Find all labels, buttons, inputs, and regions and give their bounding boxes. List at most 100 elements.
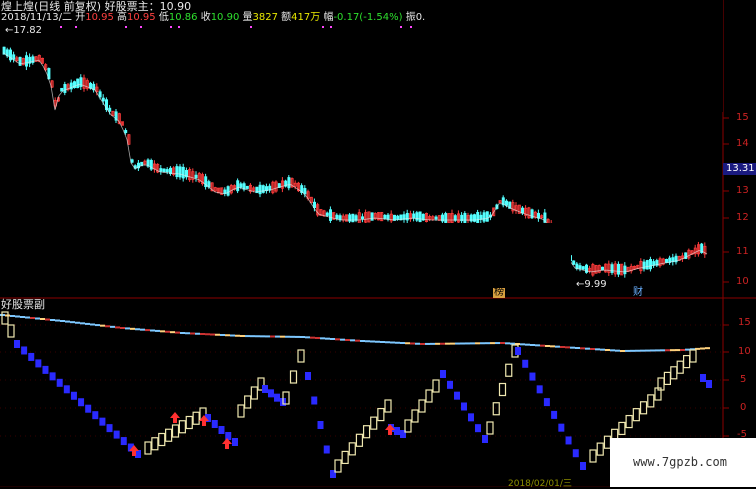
watermark-text: www.7gpzb.com bbox=[633, 455, 727, 469]
event-marker bbox=[400, 26, 402, 28]
sub-trend-segment bbox=[525, 343, 530, 346]
sub-bar-down bbox=[268, 389, 274, 398]
sub-trend-segment bbox=[500, 342, 505, 344]
sub-bar-up bbox=[647, 394, 655, 408]
sub-trend-segment bbox=[105, 325, 110, 328]
ranking-badge[interactable]: 榜 bbox=[493, 288, 505, 298]
sub-trend-segment bbox=[200, 333, 205, 335]
candle-body bbox=[575, 263, 579, 269]
sub-bar-up bbox=[165, 428, 173, 442]
sub-trend-segment bbox=[635, 349, 640, 352]
sub-trend-segment bbox=[170, 331, 175, 334]
sub-bar-down bbox=[558, 423, 565, 432]
high-price-marker: ←17.82 bbox=[5, 25, 43, 36]
sub-trend-segment bbox=[360, 340, 365, 342]
sub-trend-segment bbox=[560, 346, 565, 348]
sub-axis-tick: 10 bbox=[738, 346, 751, 357]
sub-bar-up bbox=[384, 399, 392, 413]
sub-trend-segment bbox=[595, 348, 600, 351]
sub-trend-segment bbox=[115, 326, 120, 329]
sub-bar-up bbox=[341, 450, 349, 465]
sub-bar-down bbox=[305, 372, 311, 380]
signal-arrow-icon bbox=[170, 412, 180, 423]
sub-trend-segment bbox=[550, 345, 555, 348]
sub-trend-segment bbox=[15, 315, 20, 318]
sub-bar-down bbox=[85, 404, 92, 413]
sub-trend-segment bbox=[675, 349, 680, 352]
sub-trend-segment bbox=[640, 349, 645, 352]
sub-trend-segment bbox=[285, 335, 290, 338]
sub-bar-up bbox=[7, 324, 15, 338]
sub-trend-segment bbox=[370, 340, 375, 343]
sub-trend-segment bbox=[195, 332, 200, 335]
sub-trend-segment bbox=[75, 321, 80, 324]
sub-trend-segment bbox=[175, 331, 180, 334]
sub-trend-segment bbox=[610, 349, 615, 352]
candle-body bbox=[287, 177, 291, 189]
sub-bar-up bbox=[158, 432, 166, 447]
sub-trend-segment bbox=[225, 334, 230, 337]
candle-body bbox=[76, 78, 80, 89]
sub-trend-segment bbox=[650, 349, 655, 352]
sub-bar-up bbox=[250, 386, 258, 400]
sub-bar-up bbox=[505, 363, 513, 377]
sub-bar-up bbox=[377, 407, 385, 422]
sub-bar-down bbox=[536, 385, 543, 394]
event-marker bbox=[75, 26, 77, 28]
sub-bar-up bbox=[418, 399, 426, 413]
sub-bar-down bbox=[14, 340, 20, 348]
sub-trend-segment bbox=[220, 334, 225, 336]
sub-bar-down bbox=[225, 432, 232, 440]
sub-trend-segment bbox=[395, 341, 400, 344]
sub-bar-up bbox=[492, 402, 500, 416]
candle-body bbox=[60, 87, 64, 92]
sub-trend-segment bbox=[450, 342, 455, 345]
candle-body bbox=[581, 266, 585, 270]
event-marker bbox=[410, 26, 412, 28]
candle-body bbox=[261, 185, 265, 193]
candle-body bbox=[178, 166, 182, 178]
sub-bar-down bbox=[551, 410, 558, 419]
sub-trend-segment bbox=[320, 337, 325, 340]
sub-trend-segment bbox=[55, 319, 60, 322]
sub-trend-segment bbox=[345, 339, 350, 341]
sub-bar-up bbox=[178, 420, 186, 434]
event-marker bbox=[250, 26, 252, 28]
sub-trend-segment bbox=[180, 332, 185, 334]
sub-bar-down bbox=[529, 372, 536, 381]
candle-body bbox=[383, 214, 387, 219]
candle-body bbox=[351, 213, 355, 223]
sub-trend-segment bbox=[210, 333, 215, 336]
candle-body bbox=[12, 54, 16, 60]
sub-trend-segment bbox=[590, 348, 595, 350]
sub-trend-segment bbox=[705, 347, 710, 350]
sub-bar-up bbox=[185, 415, 193, 430]
candle-body bbox=[24, 55, 28, 67]
sub-trend-segment bbox=[130, 327, 135, 330]
candle-body bbox=[18, 56, 22, 66]
kline-chart-canvas[interactable] bbox=[0, 0, 756, 487]
sub-bar-up bbox=[362, 425, 371, 439]
sub-trend-segment bbox=[615, 349, 620, 352]
sub-bar-up bbox=[244, 395, 252, 409]
current-price-tag: 13.31 bbox=[723, 163, 756, 175]
event-marker bbox=[170, 26, 172, 28]
candle-body bbox=[482, 212, 486, 222]
sub-bar-down bbox=[461, 402, 467, 411]
sub-trend-segment bbox=[70, 321, 75, 324]
sub-bar-down bbox=[56, 378, 63, 387]
sub-bar-up bbox=[348, 442, 356, 456]
sub-bar-down bbox=[218, 426, 225, 434]
sub-bar-down bbox=[70, 391, 77, 400]
sub-trend-segment bbox=[685, 348, 690, 351]
price-axis-tick: 15 bbox=[736, 112, 749, 123]
sub-trend-segment bbox=[565, 346, 570, 349]
sub-bar-up bbox=[432, 379, 440, 393]
sub-bar-down bbox=[543, 398, 550, 407]
sub-axis-tick: 5 bbox=[740, 374, 747, 385]
sub-bar-down bbox=[35, 359, 42, 368]
sub-trend-segment bbox=[670, 349, 675, 352]
sub-trend-segment bbox=[400, 342, 405, 344]
event-marker bbox=[322, 26, 324, 28]
finance-badge[interactable]: 财 bbox=[633, 288, 643, 298]
